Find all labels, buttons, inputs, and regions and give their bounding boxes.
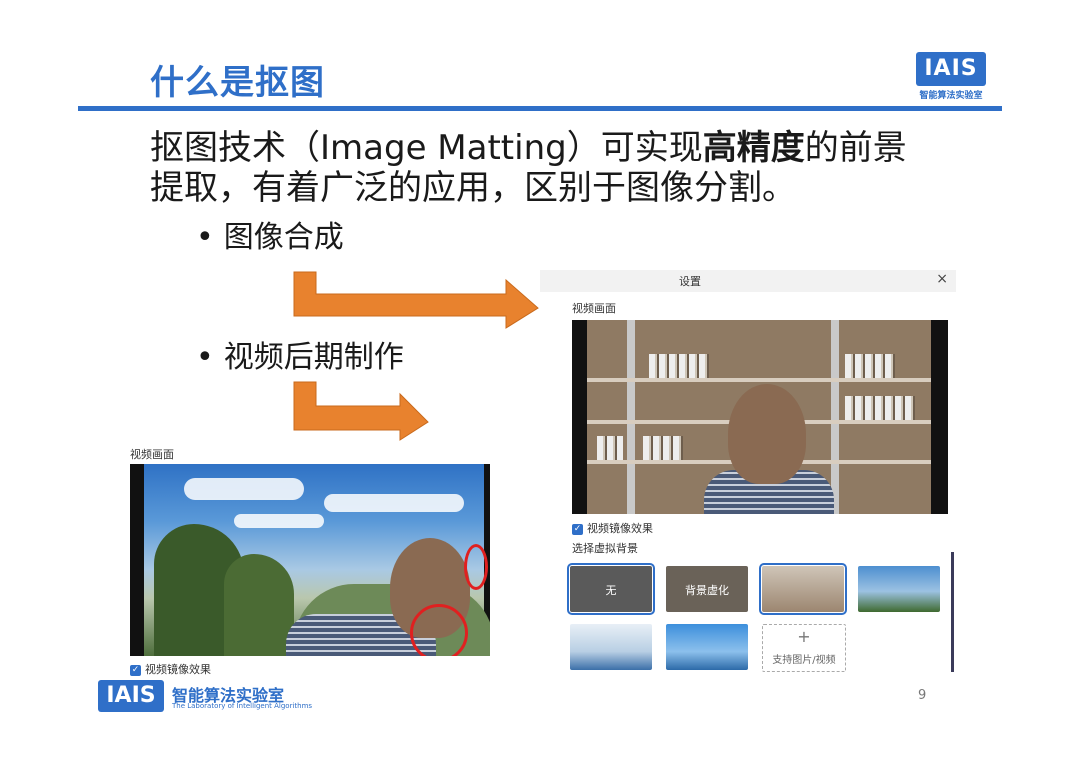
checkbox-checked-icon[interactable]: ✓ <box>130 664 141 676</box>
headline: 抠图技术（Image Matting）可实现高精度的前景提取，有着广泛的应用，区… <box>150 128 940 208</box>
bullet-video-post: • 视频后期制作 <box>196 332 404 376</box>
close-icon[interactable]: × <box>936 271 948 287</box>
scrollbar[interactable] <box>951 552 954 672</box>
bg-tile-bookshelf[interactable] <box>759 563 847 615</box>
bg-label: 选择虚拟背景 <box>572 542 638 555</box>
add-background-label: 支持图片/视频 <box>772 655 836 666</box>
logo-mark: IAIS <box>916 52 986 86</box>
title-divider <box>78 106 1002 111</box>
bullet-dot: • <box>196 340 214 375</box>
composited-video <box>130 464 490 656</box>
bg-tile-ocean[interactable] <box>666 624 748 670</box>
bullet-dot: • <box>196 220 214 255</box>
headline-text-1: 抠图技术（Image Matting）可实现 <box>150 128 703 168</box>
footer-logo: IAIS 智能算法实验室 The Laboratory of Intellige… <box>98 680 312 714</box>
add-background-button[interactable]: + 支持图片/视频 <box>762 624 846 672</box>
checkbox-checked-icon[interactable]: ✓ <box>572 523 583 535</box>
video-label: 视频画面 <box>572 302 616 315</box>
bg-tile-none[interactable]: 无 <box>567 563 655 615</box>
arrow-to-left-panel <box>292 380 432 442</box>
left-video-label: 视频画面 <box>130 448 174 461</box>
arrow-to-settings <box>292 270 542 330</box>
artifact-circle-1 <box>464 544 488 590</box>
plus-icon: + <box>797 627 811 646</box>
bullet-image-compositing: • 图像合成 <box>196 212 344 256</box>
lab-logo: IAIS 智能算法实验室 <box>916 52 986 101</box>
settings-window: 设置 × 视频画面 ✓ 视频镜像效果 选择虚拟背景 无 背景虚化 + 支持图片/… <box>540 270 956 682</box>
settings-title: 设置 <box>679 275 701 288</box>
logo-caption: 智能算法实验室 <box>919 91 983 101</box>
headline-emphasis: 高精度 <box>702 128 805 168</box>
page-number: 9 <box>918 688 927 703</box>
person-head <box>728 384 806 484</box>
slide-title: 什么是抠图 <box>150 63 325 103</box>
bg-tile-sea[interactable] <box>570 624 652 670</box>
bullet-text: 图像合成 <box>223 220 344 255</box>
settings-titlebar: 设置 × <box>540 270 956 292</box>
bg-tile-blur[interactable]: 背景虚化 <box>666 566 748 612</box>
bullet-text: 视频后期制作 <box>223 340 404 375</box>
video-preview <box>572 320 948 514</box>
mirror-label: 视频镜像效果 <box>587 522 653 535</box>
footer-logo-subtitle: The Laboratory of Intelligent Algorithms <box>172 702 313 710</box>
bg-tile-mountains[interactable] <box>858 566 940 612</box>
artifact-circle-2 <box>410 604 468 656</box>
footer-logo-mark: IAIS <box>98 680 164 712</box>
left-mirror-label: 视频镜像效果 <box>145 663 211 676</box>
mirror-option[interactable]: ✓ 视频镜像效果 <box>572 520 653 536</box>
left-mirror-option[interactable]: ✓ 视频镜像效果 <box>130 661 211 677</box>
